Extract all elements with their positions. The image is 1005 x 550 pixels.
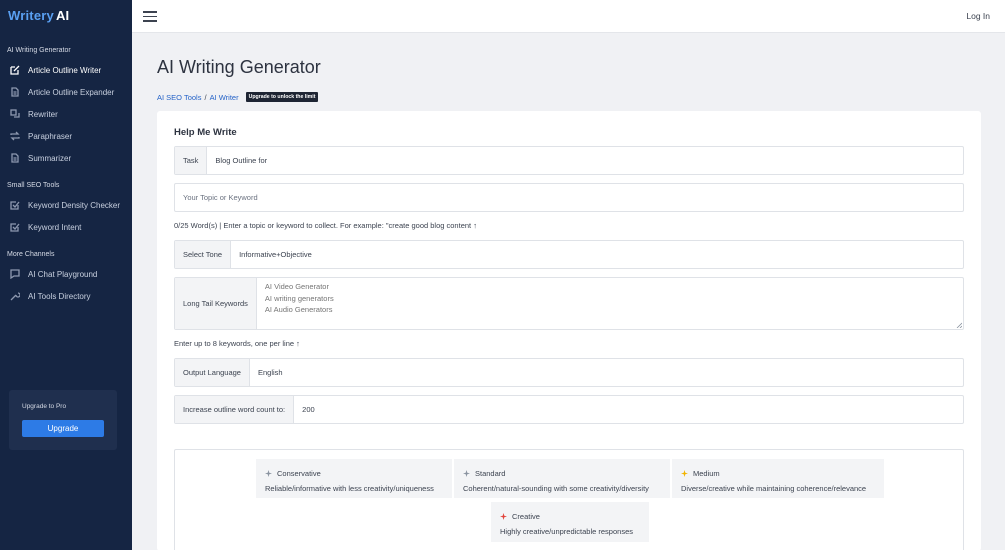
language-label: Output Language xyxy=(175,359,250,386)
keywords-field: Long Tail Keywords xyxy=(174,277,964,330)
task-label: Task xyxy=(175,147,208,174)
checkbox-icon xyxy=(10,222,20,232)
task-field: Task Blog Outline for xyxy=(174,146,964,175)
sidebar-item-article-outline-writer[interactable]: Article Outline Writer xyxy=(0,60,132,80)
sidebar-item-label: Article Outline Writer xyxy=(28,65,102,75)
creativity-desc: Highly creative/unpredictable responses xyxy=(500,527,633,536)
creativity-option-conservative[interactable]: Conservative Reliable/informative with l… xyxy=(256,459,452,498)
chat-icon xyxy=(10,269,20,279)
creativity-option-medium[interactable]: Medium Diverse/creative while maintainin… xyxy=(672,459,884,498)
sidebar-item-ai-chat-playground[interactable]: AI Chat Playground xyxy=(0,264,132,284)
breadcrumb: AI SEO Tools / AI Writer Upgrade to unlo… xyxy=(157,92,319,102)
creativity-option-standard[interactable]: Standard Coherent/natural-sounding with … xyxy=(454,459,670,498)
resize-handle-icon[interactable] xyxy=(956,322,962,328)
sidebar-item-ai-tools-directory[interactable]: AI Tools Directory xyxy=(0,286,132,306)
sparkle-icon xyxy=(681,470,688,477)
sidebar-item-paraphraser[interactable]: Paraphraser xyxy=(0,126,132,146)
language-select[interactable]: English xyxy=(250,359,963,386)
keywords-textarea[interactable] xyxy=(256,278,963,329)
document-icon xyxy=(10,87,20,97)
topic-hint: 0/25 Word(s) | Enter a topic or keyword … xyxy=(174,221,477,230)
breadcrumb-ai-seo-tools[interactable]: AI SEO Tools xyxy=(157,93,201,102)
menu-toggle-icon[interactable] xyxy=(143,11,157,22)
breadcrumb-ai-writer[interactable]: AI Writer xyxy=(210,93,239,102)
section-title-ai-writing: AI Writing Generator xyxy=(7,47,71,54)
form-heading: Help Me Write xyxy=(174,127,237,138)
task-input[interactable]: Blog Outline for xyxy=(207,147,963,174)
language-field: Output Language English xyxy=(174,358,964,387)
creativity-title: Conservative xyxy=(277,469,321,478)
sparkle-icon xyxy=(463,470,470,477)
creativity-desc: Reliable/informative with less creativit… xyxy=(265,484,434,493)
brand-name: Writery xyxy=(8,8,54,23)
creativity-desc: Coherent/natural-sounding with some crea… xyxy=(463,484,649,493)
sidebar-item-label: AI Tools Directory xyxy=(28,291,91,301)
upgrade-label: Upgrade to Pro xyxy=(22,403,67,410)
word-count-input[interactable]: 200 xyxy=(294,396,963,423)
breadcrumb-separator: / xyxy=(204,92,207,102)
repeat-icon xyxy=(10,131,20,141)
brand-suffix: AI xyxy=(55,8,70,23)
sidebar-item-label: AI Chat Playground xyxy=(28,269,98,279)
tool-icon xyxy=(10,291,20,301)
sidebar-item-label: Summarizer xyxy=(28,153,72,163)
sparkle-icon xyxy=(500,513,507,520)
rewrite-icon xyxy=(10,109,20,119)
tone-select[interactable]: Informative+Objective xyxy=(231,241,963,268)
sidebar-item-keyword-intent[interactable]: Keyword Intent xyxy=(0,217,132,237)
keywords-hint: Enter up to 8 keywords, one per line ↑ xyxy=(174,339,300,348)
creativity-option-creative[interactable]: Creative Highly creative/unpredictable r… xyxy=(491,502,649,542)
creativity-title: Standard xyxy=(475,469,506,478)
sidebar: Writery AI AI Writing Generator Article O… xyxy=(0,0,132,550)
word-count-label: Increase outline word count to: xyxy=(175,396,295,423)
word-count-field: Increase outline word count to: 200 xyxy=(174,395,964,424)
section-title-more-channels: More Channels xyxy=(7,251,55,258)
edit-icon xyxy=(10,65,20,75)
creativity-title: Medium xyxy=(693,469,720,478)
login-link[interactable]: Log In xyxy=(966,11,990,21)
tone-field: Select Tone Informative+Objective xyxy=(174,240,964,269)
creativity-selector: Conservative Reliable/informative with l… xyxy=(174,449,964,550)
upgrade-badge: Upgrade to unlock the limit xyxy=(245,92,319,102)
sidebar-item-label: Article Outline Expander xyxy=(28,87,115,97)
upgrade-card: Upgrade to Pro Upgrade xyxy=(9,390,117,450)
checkbox-icon xyxy=(10,200,20,210)
keywords-label: Long Tail Keywords xyxy=(175,278,257,329)
sidebar-item-keyword-density[interactable]: Keyword Density Checker xyxy=(0,195,132,215)
sidebar-item-rewriter[interactable]: Rewriter xyxy=(0,104,132,124)
section-title-small-seo: Small SEO Tools xyxy=(7,182,60,189)
document-icon xyxy=(10,153,20,163)
sidebar-item-summarizer[interactable]: Summarizer xyxy=(0,148,132,168)
sidebar-item-label: Keyword Intent xyxy=(28,222,82,232)
sidebar-item-label: Paraphraser xyxy=(28,131,73,141)
sparkle-icon xyxy=(265,470,272,477)
sidebar-item-article-outline-expander[interactable]: Article Outline Expander xyxy=(0,82,132,102)
sidebar-item-label: Rewriter xyxy=(28,109,58,119)
tone-label: Select Tone xyxy=(175,241,232,268)
upgrade-button[interactable]: Upgrade xyxy=(22,420,104,437)
sidebar-item-label: Keyword Density Checker xyxy=(28,200,121,210)
form-card: Help Me Write Task Blog Outline for Your… xyxy=(157,111,981,550)
topbar: Log In xyxy=(132,0,1005,33)
topic-input[interactable]: Your Topic or Keyword xyxy=(175,184,963,211)
page-title: AI Writing Generator xyxy=(157,57,321,77)
creativity-title: Creative xyxy=(512,512,540,521)
creativity-desc: Diverse/creative while maintaining coher… xyxy=(681,484,867,493)
brand-logo[interactable]: Writery AI xyxy=(8,8,69,23)
topic-field: Your Topic or Keyword xyxy=(174,183,964,212)
